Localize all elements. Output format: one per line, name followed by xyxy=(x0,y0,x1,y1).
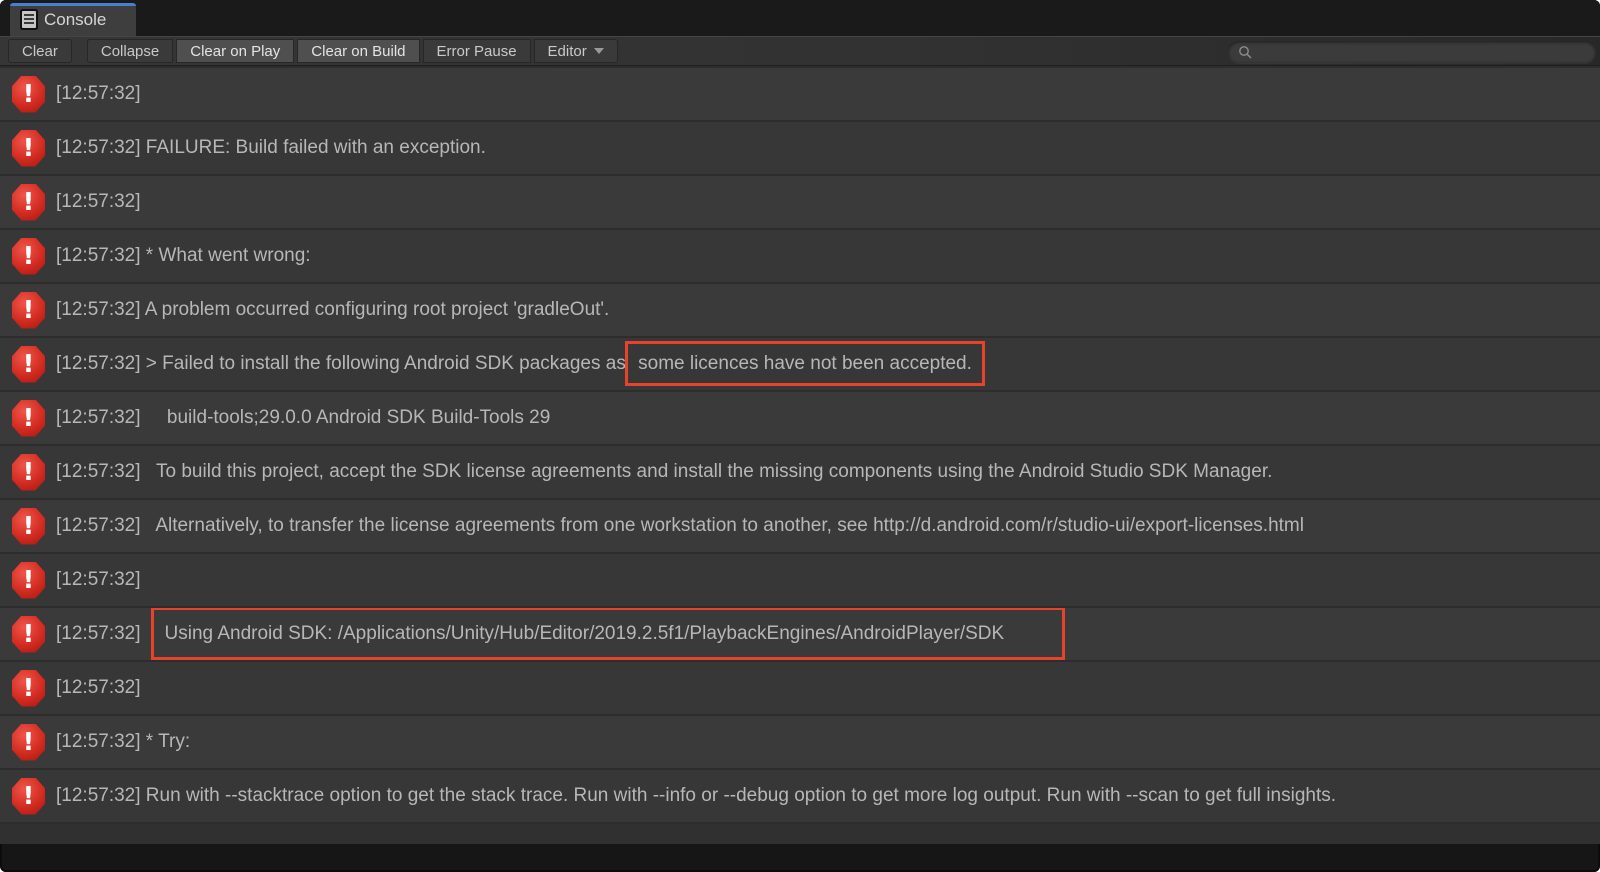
dropdown-arrow-icon xyxy=(594,48,604,54)
console-toolbar: Clear Collapse Clear on Play Clear on Build… xyxy=(0,36,1600,66)
log-text: > Failed to install the following Androi… xyxy=(141,353,632,374)
log-entry[interactable]: ! [12:57:32] build-tools;29.0.0 Android … xyxy=(0,390,1600,444)
toolbar-button-label: Clear on Play xyxy=(190,43,280,60)
log-text: * Try: xyxy=(141,731,191,752)
log-entry[interactable]: ! [12:57:32] A problem occurred configur… xyxy=(0,282,1600,336)
unity-console-window: Console Clear Collapse Clear on Play Clear … xyxy=(0,0,1600,872)
toolbar-button-label: Editor xyxy=(548,43,587,60)
log-message: [12:57:32] xyxy=(56,191,141,213)
error-icon: ! xyxy=(12,292,45,329)
log-message: [12:57:32] Alternatively, to transfer th… xyxy=(56,515,1304,537)
annotation-highlight-box: some licences have not been accepted. xyxy=(625,341,985,386)
log-text: FAILURE: Build failed with an exception. xyxy=(141,137,486,158)
toolbar-button-editor[interactable]: Editor xyxy=(534,39,618,63)
error-icon: ! xyxy=(12,76,45,113)
toolbar-button-label: Error Pause xyxy=(437,43,517,60)
error-icon: ! xyxy=(12,670,45,707)
toolbar-button-label: Collapse xyxy=(101,43,159,60)
log-message: [12:57:32] * What went wrong: xyxy=(56,245,311,267)
toolbar-button-clear[interactable]: Clear xyxy=(8,39,72,63)
console-log-empty-area xyxy=(0,822,1600,844)
console-log-list: ! [12:57:32] ! [12:57:32] FAILURE: Build… xyxy=(0,66,1600,822)
log-timestamp: [12:57:32] xyxy=(56,461,141,482)
log-entry[interactable]: ! [12:57:32] xyxy=(0,66,1600,120)
log-timestamp: [12:57:32] xyxy=(56,569,141,590)
log-text: Run with --stacktrace option to get the … xyxy=(141,785,1336,806)
log-message: [12:57:32] > Failed to install the follo… xyxy=(56,353,972,375)
log-timestamp: [12:57:32] xyxy=(56,245,141,266)
toolbar-button-error-pause[interactable]: Error Pause xyxy=(423,39,531,63)
log-entry[interactable]: ! [12:57:32] * Try: xyxy=(0,714,1600,768)
error-icon: ! xyxy=(12,724,45,761)
log-entry[interactable]: ! [12:57:32] xyxy=(0,174,1600,228)
tab-label: Console xyxy=(44,10,106,30)
log-timestamp: [12:57:32] xyxy=(56,407,141,428)
log-message: [12:57:32] xyxy=(56,677,141,699)
log-entry[interactable]: ! [12:57:32] > Failed to install the fol… xyxy=(0,336,1600,390)
log-timestamp: [12:57:32] xyxy=(56,785,141,806)
log-message: [12:57:32] * Try: xyxy=(56,731,190,753)
log-entry[interactable]: ! [12:57:32] Run with --stacktrace optio… xyxy=(0,768,1600,822)
log-timestamp: [12:57:32] xyxy=(56,83,141,104)
log-message: [12:57:32] build-tools;29.0.0 Android SD… xyxy=(56,407,550,429)
console-icon xyxy=(22,11,36,28)
log-text: A problem occurred configuring root proj… xyxy=(141,299,610,320)
log-text: build-tools;29.0.0 Android SDK Build-Too… xyxy=(141,407,551,428)
annotation-highlight-box: Using Android SDK: /Applications/Unity/H… xyxy=(151,607,1066,660)
toolbar-button-clear-on-build[interactable]: Clear on Build xyxy=(297,39,419,63)
tab-console[interactable]: Console xyxy=(10,3,136,36)
error-icon: ! xyxy=(12,346,45,383)
log-entry[interactable]: ! [12:57:32] Alternatively, to transfer … xyxy=(0,498,1600,552)
error-icon: ! xyxy=(12,454,45,491)
toolbar-button-label: Clear on Build xyxy=(311,43,405,60)
log-text: Alternatively, to transfer the license a… xyxy=(141,515,1304,536)
log-timestamp: [12:57:32] xyxy=(56,623,141,644)
tab-active-indicator xyxy=(10,3,136,6)
log-message: [12:57:32]Using Android SDK: /Applicatio… xyxy=(56,623,1004,645)
log-timestamp: [12:57:32] xyxy=(56,299,141,320)
console-search[interactable] xyxy=(1228,41,1596,63)
log-timestamp: [12:57:32] xyxy=(56,677,141,698)
log-timestamp: [12:57:32] xyxy=(56,137,141,158)
search-icon xyxy=(1238,45,1252,59)
error-icon: ! xyxy=(12,130,45,167)
log-entry[interactable]: ! [12:57:32] To build this project, acce… xyxy=(0,444,1600,498)
log-timestamp: [12:57:32] xyxy=(56,353,141,374)
error-icon: ! xyxy=(12,616,45,653)
error-icon: ! xyxy=(12,508,45,545)
log-timestamp: [12:57:32] xyxy=(56,515,141,536)
error-icon: ! xyxy=(12,778,45,815)
toolbar-button-group: Clear Collapse Clear on Play Clear on Build… xyxy=(6,39,618,63)
log-message: [12:57:32] A problem occurred configurin… xyxy=(56,299,609,321)
log-entry[interactable]: ! [12:57:32] xyxy=(0,552,1600,606)
error-icon: ! xyxy=(12,400,45,437)
log-timestamp: [12:57:32] xyxy=(56,191,141,212)
log-message: [12:57:32] FAILURE: Build failed with an… xyxy=(56,137,486,159)
log-message: [12:57:32] To build this project, accept… xyxy=(56,461,1272,483)
log-timestamp: [12:57:32] xyxy=(56,731,141,752)
log-message: [12:57:32] xyxy=(56,83,141,105)
toolbar-button-collapse[interactable]: Collapse xyxy=(87,39,173,63)
log-entry[interactable]: ! [12:57:32]Using Android SDK: /Applicat… xyxy=(0,606,1600,660)
toolbar-button-clear-on-play[interactable]: Clear on Play xyxy=(176,39,294,63)
error-icon: ! xyxy=(12,238,45,275)
log-entry[interactable]: ! [12:57:32] * What went wrong: xyxy=(0,228,1600,282)
error-icon: ! xyxy=(12,184,45,221)
log-message: [12:57:32] xyxy=(56,569,141,591)
log-text: * What went wrong: xyxy=(141,245,311,266)
log-entry[interactable]: ! [12:57:32] xyxy=(0,660,1600,714)
log-text: To build this project, accept the SDK li… xyxy=(141,461,1273,482)
log-message: [12:57:32] Run with --stacktrace option … xyxy=(56,785,1336,807)
search-input[interactable] xyxy=(1258,41,1586,63)
error-icon: ! xyxy=(12,562,45,599)
tab-bar: Console xyxy=(0,0,1600,36)
toolbar-button-label: Clear xyxy=(22,43,58,60)
log-entry[interactable]: ! [12:57:32] FAILURE: Build failed with … xyxy=(0,120,1600,174)
